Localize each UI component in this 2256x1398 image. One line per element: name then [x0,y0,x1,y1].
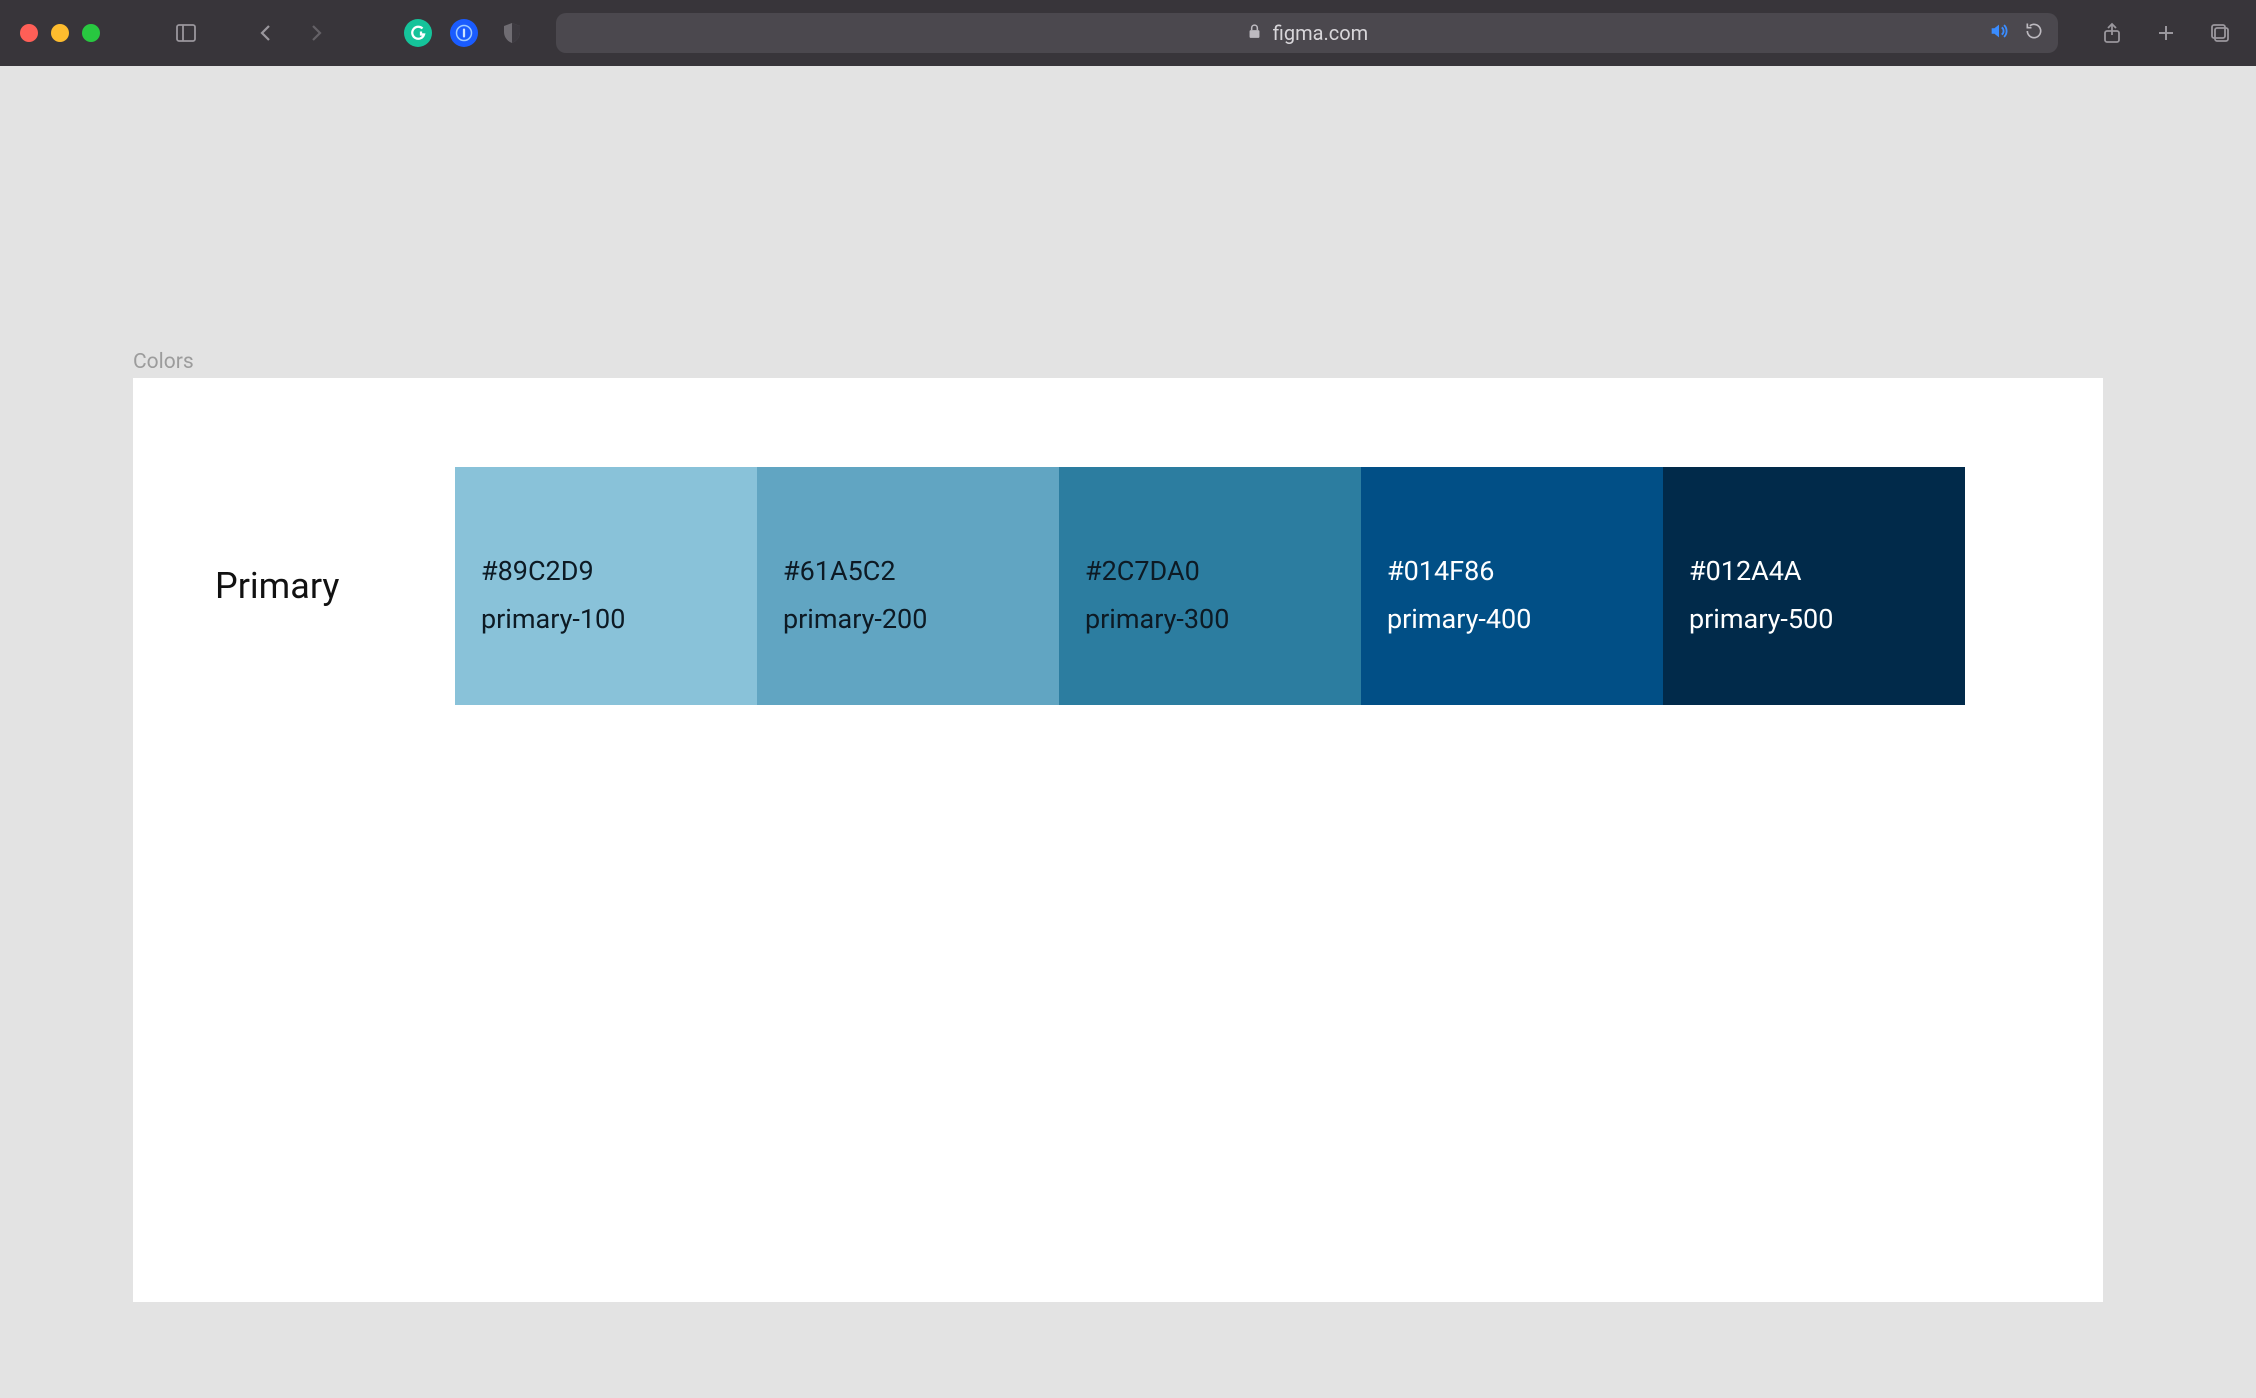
palette-title: Primary [215,565,455,607]
primary-palette-row: Primary #89C2D9 primary-100 #61A5C2 prim… [215,467,1965,705]
forward-button[interactable] [300,17,332,49]
window-controls [20,24,100,42]
swatch-list: #89C2D9 primary-100 #61A5C2 primary-200 … [455,467,1965,705]
swatch-hex: #2C7DA0 [1085,555,1335,587]
frame-label[interactable]: Colors [133,350,194,374]
lock-icon [1246,21,1263,45]
swatch-primary-200[interactable]: #61A5C2 primary-200 [757,467,1059,705]
swatch-token: primary-200 [783,603,1033,635]
new-tab-button[interactable] [2150,17,2182,49]
swatch-token: primary-100 [481,603,731,635]
audio-playing-icon[interactable] [1988,20,2010,46]
swatch-primary-300[interactable]: #2C7DA0 primary-300 [1059,467,1361,705]
address-bar[interactable]: figma.com [556,13,2058,53]
swatch-hex: #012A4A [1689,555,1939,587]
reload-button[interactable] [2024,21,2044,45]
swatch-token: primary-500 [1689,603,1939,635]
tabs-overview-button[interactable] [2204,17,2236,49]
sidebar-toggle-button[interactable] [170,17,202,49]
share-button[interactable] [2096,17,2128,49]
swatch-token: primary-400 [1387,603,1637,635]
swatch-primary-400[interactable]: #014F86 primary-400 [1361,467,1663,705]
swatch-token: primary-300 [1085,603,1335,635]
colors-frame[interactable]: Primary #89C2D9 primary-100 #61A5C2 prim… [133,378,2103,1302]
address-bar-url: figma.com [1273,21,1368,45]
browser-toolbar: figma.com [0,0,2256,66]
back-button[interactable] [250,17,282,49]
swatch-primary-100[interactable]: #89C2D9 primary-100 [455,467,757,705]
swatch-hex: #89C2D9 [481,555,731,587]
window-fullscreen-button[interactable] [82,24,100,42]
privacy-shield-icon[interactable] [496,17,528,49]
swatch-primary-500[interactable]: #012A4A primary-500 [1663,467,1965,705]
window-close-button[interactable] [20,24,38,42]
window-minimize-button[interactable] [51,24,69,42]
grammarly-extension-icon[interactable] [404,19,432,47]
swatch-hex: #014F86 [1387,555,1637,587]
figma-canvas[interactable]: Colors Primary #89C2D9 primary-100 #61A5… [0,66,2256,1398]
swatch-hex: #61A5C2 [783,555,1033,587]
onepassword-extension-icon[interactable] [450,19,478,47]
